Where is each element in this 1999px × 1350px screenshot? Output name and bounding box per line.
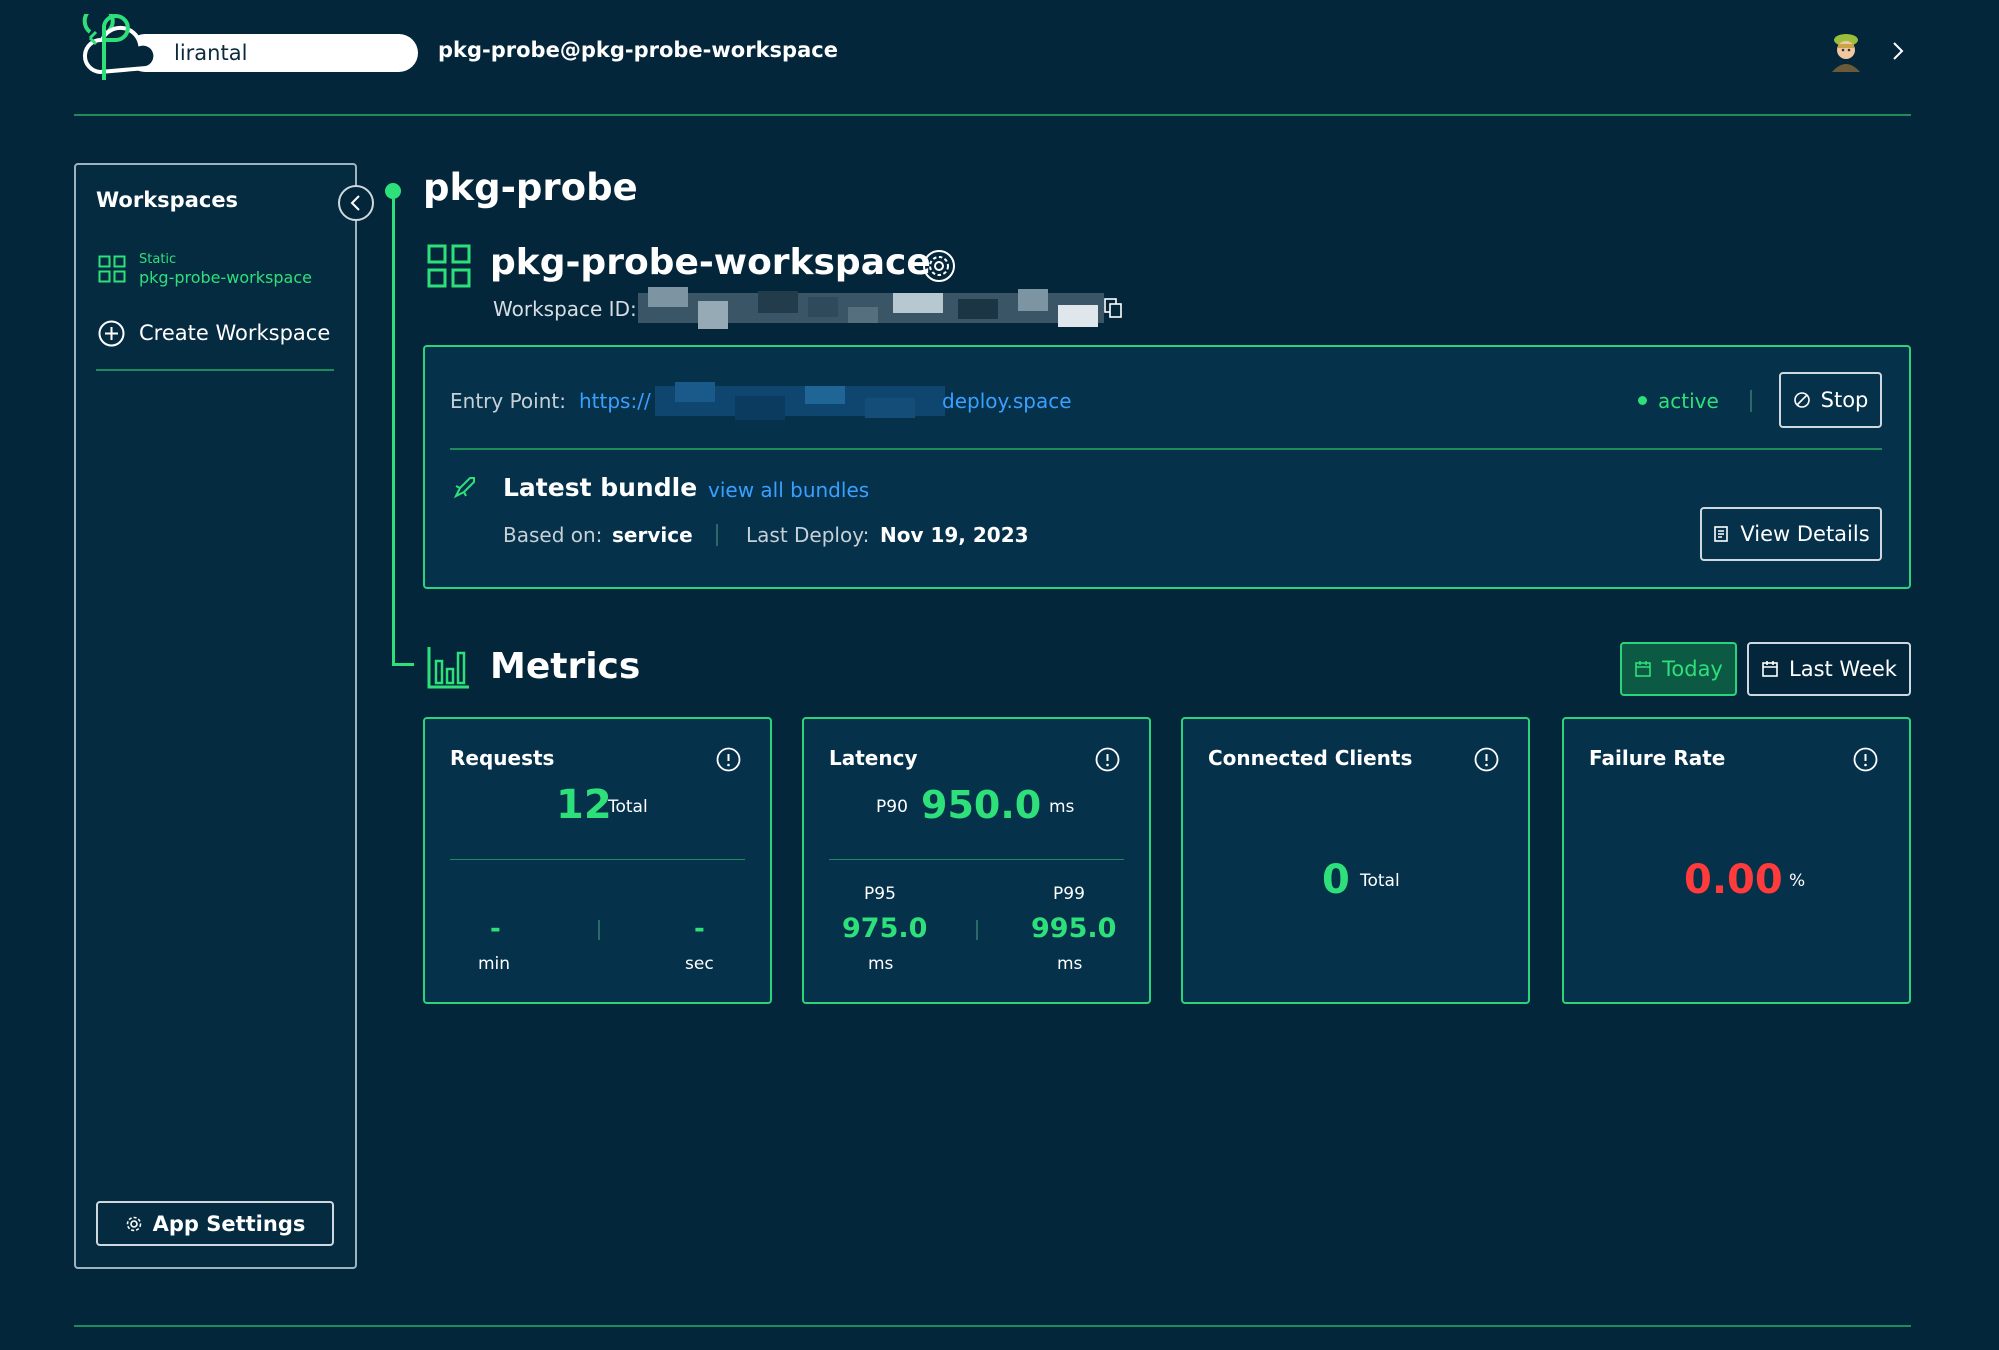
view-details-button[interactable]: View Details: [1700, 507, 1882, 561]
info-icon[interactable]: [1095, 747, 1120, 772]
panel-divider: [450, 448, 1882, 450]
entry-point-url-prefix[interactable]: https://: [579, 389, 651, 413]
timeline-line: [392, 199, 395, 665]
latest-bundle-title: Latest bundle: [503, 473, 698, 502]
plus-circle-icon[interactable]: [98, 320, 125, 347]
chevron-left-icon: [350, 195, 360, 211]
document-icon: [1714, 526, 1729, 542]
card-divider: [829, 859, 1124, 860]
chevron-right-icon[interactable]: [1890, 40, 1906, 62]
calendar-icon: [1762, 661, 1778, 677]
range-today-button[interactable]: Today: [1620, 642, 1737, 696]
latency-title: Latency: [829, 746, 918, 770]
entry-point-panel: [423, 345, 1911, 589]
requests-per-sec-value: -: [694, 914, 705, 944]
last-deploy-value: Nov 19, 2023: [880, 523, 1029, 547]
info-icon[interactable]: [1474, 747, 1499, 772]
user-pill[interactable]: lirantal: [126, 34, 418, 72]
gear-icon: [126, 1216, 141, 1231]
timeline-hook: [392, 663, 414, 666]
timeline-dot: [385, 183, 401, 199]
info-icon[interactable]: [1853, 747, 1878, 772]
footer-divider: [74, 1325, 1911, 1327]
connected-clients-label: Total: [1360, 871, 1400, 891]
failure-rate-title: Failure Rate: [1589, 746, 1726, 770]
collapse-sidebar-button[interactable]: [338, 185, 374, 221]
entry-point-url-redacted: [655, 382, 945, 420]
latency-p90-unit: ms: [1049, 797, 1075, 817]
status-separator: [1750, 390, 1752, 412]
logo-icon[interactable]: [74, 14, 164, 88]
latency-p99-value: 995.0: [1031, 913, 1117, 944]
view-details-label: View Details: [1740, 522, 1870, 546]
latency-p90-value: 950.0: [921, 783, 1042, 827]
workspace-email: pkg-probe@pkg-probe-workspace: [438, 38, 838, 62]
app-settings-label: App Settings: [152, 1211, 306, 1236]
requests-title: Requests: [450, 746, 555, 770]
workspace-grid-icon: [98, 255, 126, 283]
latency-p95-label: P95: [864, 884, 896, 904]
entry-point-url-suffix[interactable]: deploy.space: [942, 389, 1072, 413]
based-on-value: service: [612, 523, 693, 547]
workspace-id-label: Workspace ID:: [493, 297, 637, 321]
last-deploy-label: Last Deploy:: [746, 523, 870, 547]
requests-total-value: 12: [556, 782, 612, 828]
range-last-week-label: Last Week: [1789, 657, 1897, 681]
requests-total-label: Total: [608, 797, 648, 817]
latency-p99-label: P99: [1053, 884, 1085, 904]
project-title: pkg-probe: [423, 166, 638, 209]
workspace-id-redacted: [638, 287, 1104, 329]
view-all-bundles-link[interactable]: view all bundles: [708, 478, 869, 502]
status-badge: active: [1658, 389, 1719, 413]
stop-label: Stop: [1820, 388, 1869, 412]
bar-chart-icon: [427, 647, 469, 689]
username: lirantal: [174, 41, 248, 65]
workspace-title: pkg-probe-workspace: [490, 242, 931, 283]
range-last-week-button[interactable]: Last Week: [1747, 642, 1911, 696]
bundle-separator: [716, 524, 718, 546]
create-workspace-link[interactable]: Create Workspace: [139, 321, 330, 345]
stop-icon: [1793, 392, 1810, 408]
calendar-icon: [1635, 661, 1651, 677]
requests-per-sec-label: sec: [685, 954, 714, 974]
latency-p99-unit: ms: [1057, 954, 1083, 974]
sidebar-divider: [96, 369, 334, 371]
requests-per-min-label: min: [478, 954, 511, 974]
connected-clients-value: 0: [1322, 857, 1350, 903]
failure-rate-value: 0.00: [1684, 857, 1783, 903]
failure-rate-unit: %: [1789, 871, 1806, 891]
status-dot: [1638, 396, 1647, 405]
app-settings-button[interactable]: App Settings: [96, 1201, 334, 1246]
connected-clients-title: Connected Clients: [1208, 746, 1413, 770]
avatar[interactable]: [1826, 30, 1866, 72]
latency-p95-value: 975.0: [842, 913, 928, 944]
card-divider: [450, 859, 745, 860]
metrics-title: Metrics: [490, 646, 641, 687]
requests-per-min-value: -: [490, 914, 501, 944]
range-today-label: Today: [1662, 657, 1723, 681]
sidebar-title: Workspaces: [96, 188, 239, 212]
rocket-icon: [453, 477, 475, 499]
copy-icon[interactable]: [1104, 298, 1122, 318]
based-on-label: Based on:: [503, 523, 603, 547]
info-icon[interactable]: [716, 747, 741, 772]
card-separator: [598, 920, 600, 940]
workspace-grid-icon: [427, 244, 471, 288]
latency-p90-label: P90: [876, 797, 908, 817]
sidebar-workspace-type: Static: [139, 252, 177, 267]
sidebar-item-workspace[interactable]: pkg-probe-workspace: [139, 268, 312, 287]
workspace-settings-gear-icon[interactable]: [922, 249, 956, 283]
card-separator: [976, 920, 978, 940]
header-divider: [74, 114, 1911, 116]
entry-point-label: Entry Point:: [450, 389, 566, 413]
latency-p95-unit: ms: [868, 954, 894, 974]
stop-button[interactable]: Stop: [1779, 372, 1882, 428]
